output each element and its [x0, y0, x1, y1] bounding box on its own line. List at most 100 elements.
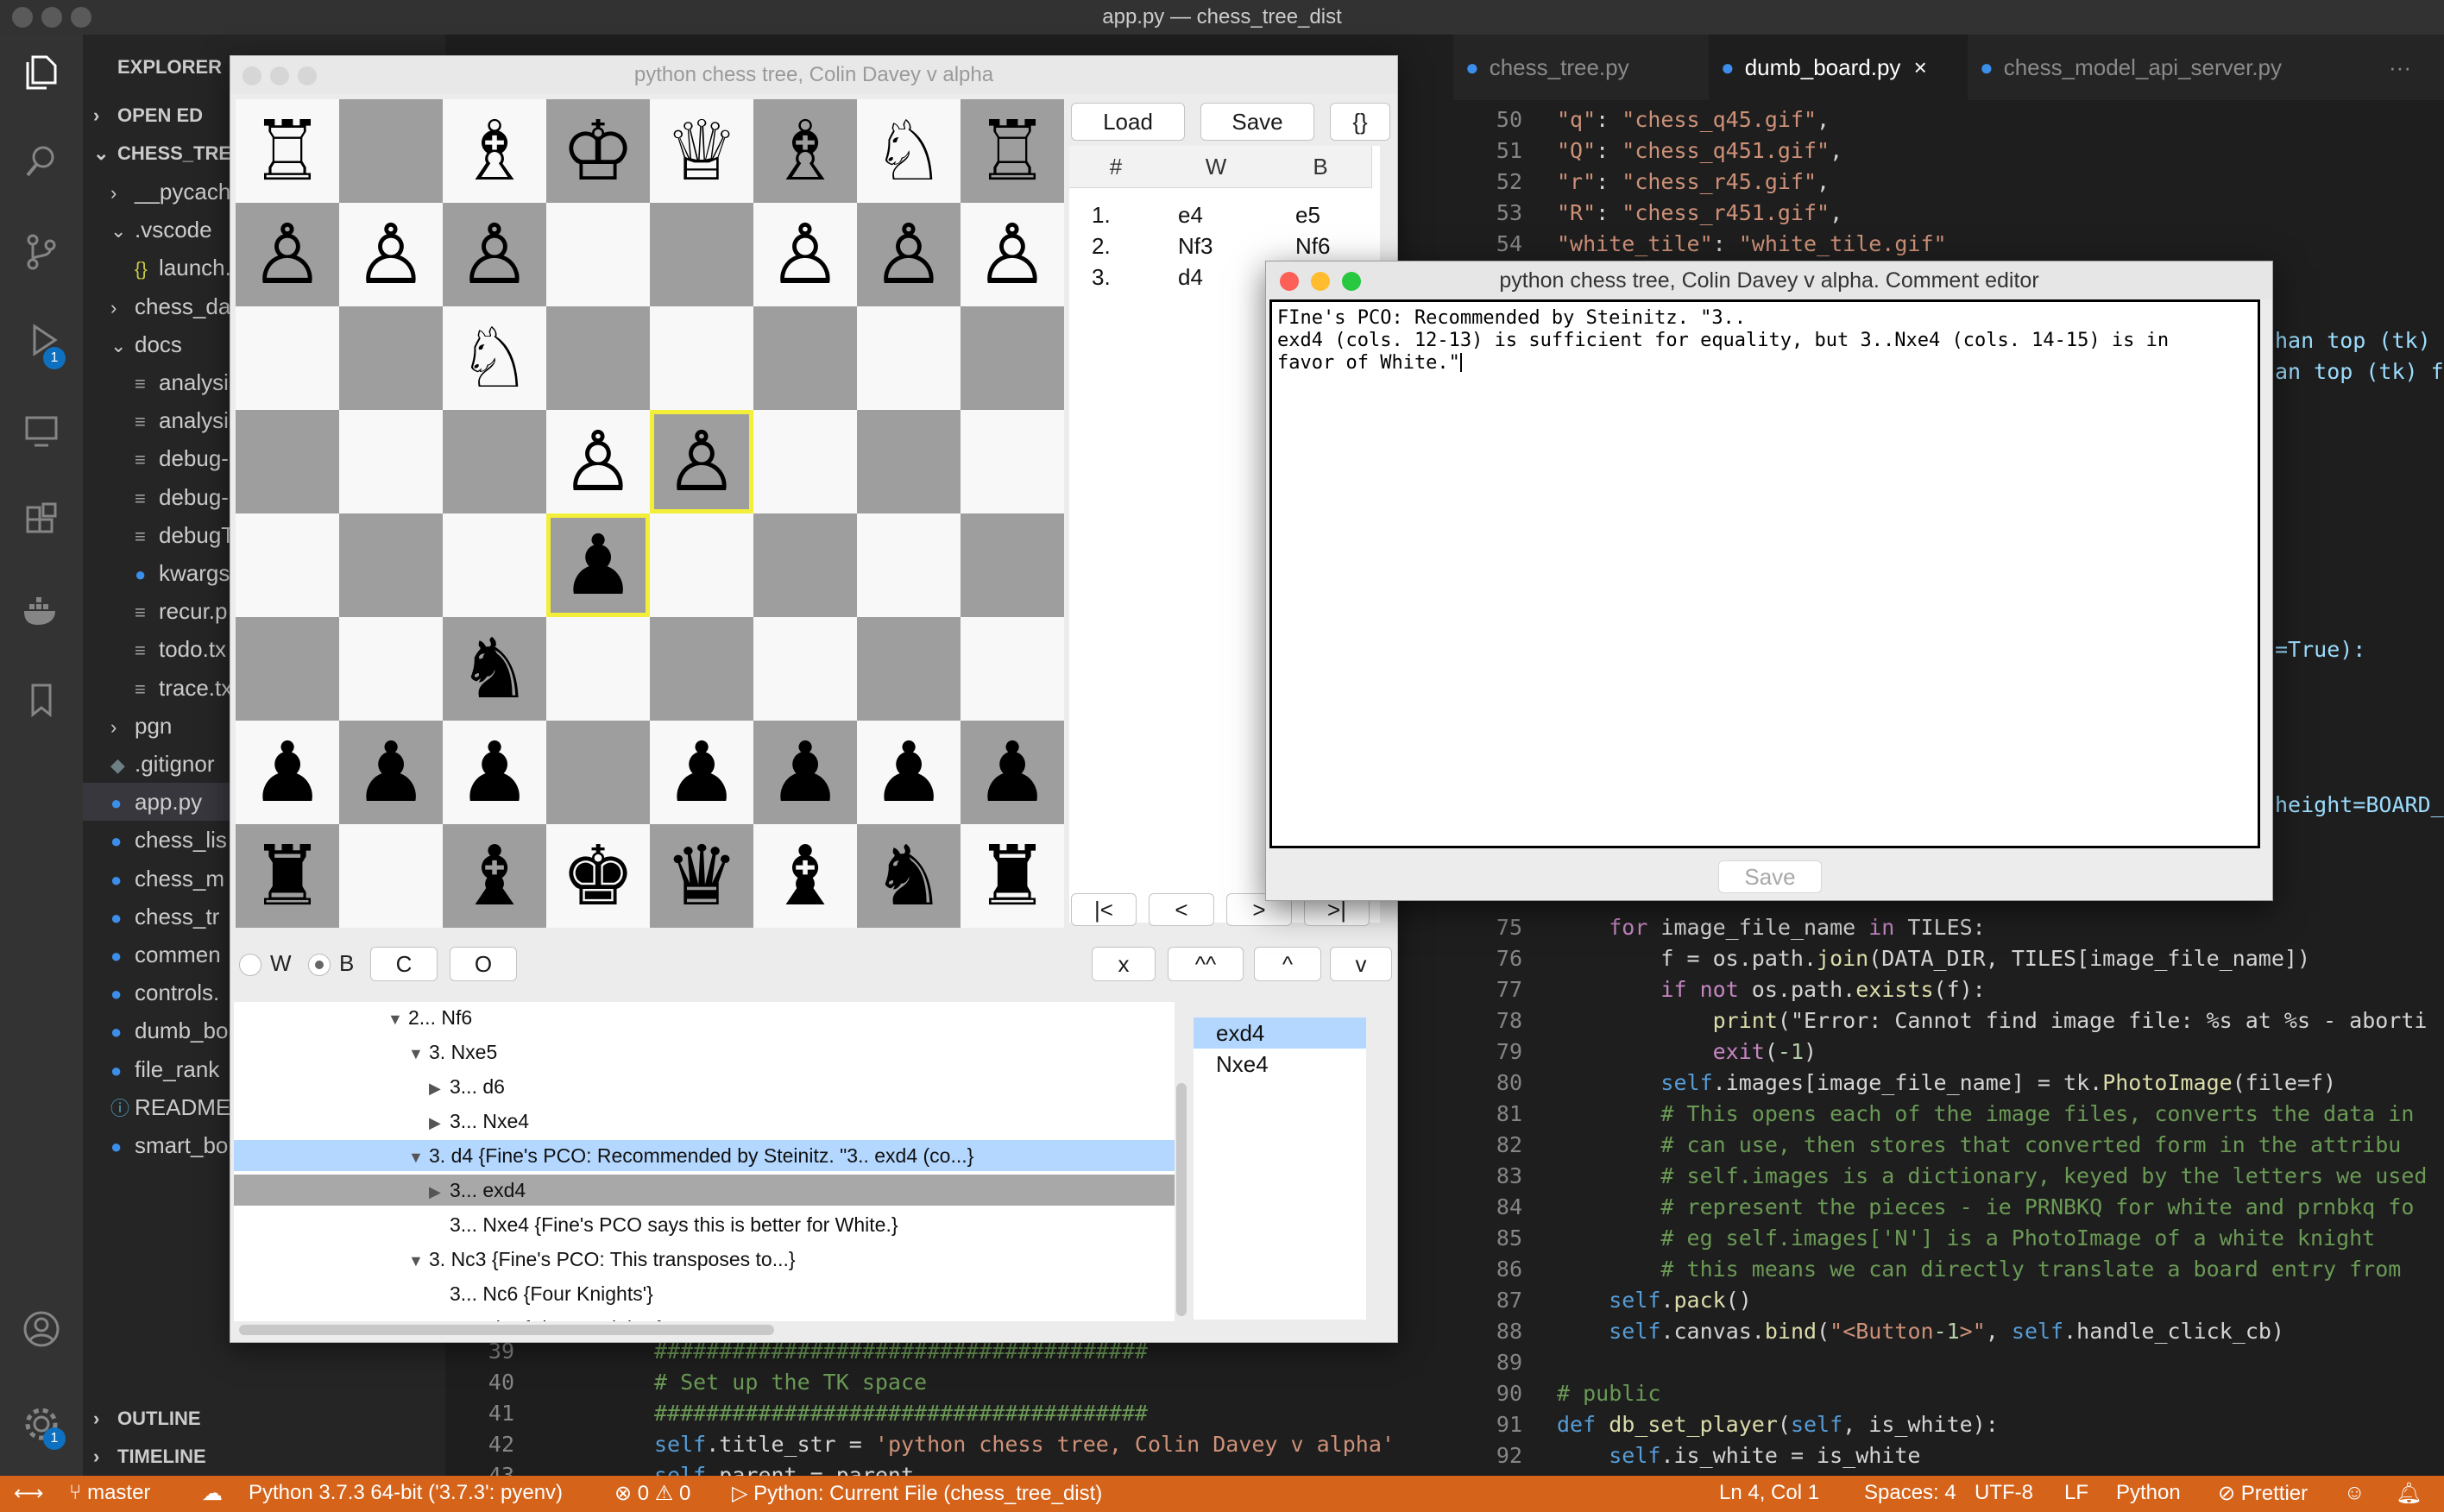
board-square[interactable]	[857, 617, 961, 721]
move-down-button[interactable]: v	[1330, 947, 1392, 981]
comment-close-button[interactable]	[1280, 272, 1299, 291]
branch-indicator[interactable]: ⑂ master	[69, 1481, 150, 1505]
board-square[interactable]: ♖	[236, 99, 339, 203]
board-square[interactable]: ♟	[443, 721, 546, 824]
move-cell-w[interactable]: Nf3	[1178, 230, 1213, 261]
close-tab-icon[interactable]: ×	[1914, 54, 1927, 80]
board-square[interactable]: ♙	[857, 203, 961, 306]
white-side-radio[interactable]	[239, 954, 261, 976]
chess-minimize-button[interactable]	[270, 66, 289, 85]
notifications-icon[interactable]: 🔔︎	[2396, 1481, 2422, 1506]
board-square[interactable]: ♟	[857, 721, 961, 824]
collapsed-arrow-icon[interactable]: ▶	[429, 1176, 450, 1207]
board-square[interactable]: ♝	[443, 824, 546, 928]
move-cell-w[interactable]: e4	[1178, 199, 1203, 230]
encoding[interactable]: UTF-8	[1975, 1481, 2033, 1505]
chess-board[interactable]: ♖ ♗ ♔ ♕ ♗ ♘ ♖ ♙ ♙ ♙ ♙ ♙ ♙ ♘ ♙ ♙ ♟ ♞ ♟ ♟ ♟ ♟ ♟ ♟ ♟ ♜ ♝ ♚ ♛ ♝ ♞ ♜	[236, 99, 1064, 928]
prev-move-button[interactable]: <	[1149, 893, 1214, 926]
board-square[interactable]	[546, 617, 650, 721]
tree-node[interactable]: 3... Bb4 {Three Knights'}	[234, 1313, 1175, 1321]
tree-node[interactable]: ▼ 3. Nc3 {Fine's PCO: This transposes to.…	[234, 1244, 1175, 1275]
board-square[interactable]: ♟	[236, 721, 339, 824]
tree-node[interactable]: ▶ 3... Nxe4	[234, 1106, 1175, 1137]
chess-close-button[interactable]	[243, 66, 261, 85]
json-button[interactable]: {}	[1330, 103, 1390, 141]
timeline-section[interactable]: › TIMELINE	[93, 1438, 206, 1476]
board-square[interactable]	[339, 410, 443, 513]
board-square[interactable]	[236, 306, 339, 410]
remote-icon[interactable]: ⟷	[14, 1481, 43, 1506]
board-square[interactable]	[650, 203, 753, 306]
board-square[interactable]: ♟	[961, 721, 1064, 824]
line-ending[interactable]: LF	[2064, 1481, 2088, 1505]
board-square[interactable]	[650, 617, 753, 721]
move-cell-b[interactable]: e5	[1295, 199, 1320, 230]
list-item[interactable]: exd4	[1194, 1017, 1366, 1049]
move-cell-num[interactable]: 3.	[1092, 261, 1111, 293]
board-square[interactable]	[546, 203, 650, 306]
python-interpreter[interactable]: Python 3.7.3 64-bit ('3.7.3': pyenv)	[249, 1481, 563, 1505]
comment-zoom-button[interactable]	[1342, 272, 1361, 291]
list-item[interactable]: Nxe4	[1194, 1049, 1366, 1080]
board-square[interactable]	[650, 306, 753, 410]
board-square[interactable]	[857, 513, 961, 617]
comment-save-button[interactable]: Save	[1718, 860, 1822, 893]
board-square[interactable]	[753, 306, 857, 410]
load-button[interactable]: Load	[1071, 103, 1185, 141]
move-up-button[interactable]: ^	[1254, 947, 1321, 981]
collapsed-arrow-icon[interactable]: ▶	[429, 1073, 450, 1104]
board-square[interactable]: ♙	[961, 203, 1064, 306]
board-square[interactable]	[546, 306, 650, 410]
run-config[interactable]: ▷ Python: Current File (chess_tree_dist)	[732, 1481, 1102, 1506]
board-square[interactable]	[546, 721, 650, 824]
open-editors-section[interactable]: › OPEN ED	[93, 97, 203, 135]
board-square[interactable]: ♙	[650, 410, 753, 513]
board-square[interactable]	[339, 99, 443, 203]
board-square[interactable]: ♙	[339, 203, 443, 306]
black-side-radio[interactable]	[308, 954, 331, 976]
board-square[interactable]	[339, 306, 443, 410]
board-square[interactable]	[753, 513, 857, 617]
more-actions-icon[interactable]: ···	[2377, 35, 2435, 100]
board-square[interactable]: ♚	[546, 824, 650, 928]
tree-node[interactable]: ▶ 3... exd4	[234, 1175, 1175, 1206]
tree-horizontal-scrollbar[interactable]	[239, 1325, 774, 1335]
c-button[interactable]: C	[370, 947, 438, 981]
first-move-button[interactable]: |<	[1071, 893, 1137, 926]
col-header-white[interactable]: W	[1162, 146, 1270, 188]
board-square[interactable]	[753, 410, 857, 513]
tree-node[interactable]: ▶ 3... d6	[234, 1071, 1175, 1102]
board-square[interactable]	[753, 617, 857, 721]
project-section[interactable]: ⌄ CHESS_TRE	[93, 135, 231, 173]
expanded-arrow-icon[interactable]: ▼	[408, 1142, 429, 1173]
board-square[interactable]: ♘	[443, 306, 546, 410]
code-editor-left[interactable]: 39 ######################################…	[445, 1333, 1453, 1476]
tab-chess-tree[interactable]: ● chess_tree.py	[1453, 35, 1709, 100]
board-square[interactable]	[236, 513, 339, 617]
board-square[interactable]	[961, 306, 1064, 410]
board-square[interactable]: ♟	[339, 721, 443, 824]
tab-dumb-board[interactable]: ● dumb_board.py ×	[1709, 35, 1968, 100]
board-square[interactable]: ♞	[857, 824, 961, 928]
remote-explorer-icon[interactable]	[21, 413, 62, 454]
tab-chess-model-api-server[interactable]: ● chess_model_api_server.py	[1968, 35, 2363, 100]
board-square[interactable]	[236, 410, 339, 513]
board-square[interactable]	[443, 410, 546, 513]
board-square[interactable]: ♟	[546, 513, 650, 617]
board-square[interactable]: ♛	[650, 824, 753, 928]
board-square[interactable]: ♝	[753, 824, 857, 928]
explorer-icon[interactable]	[21, 54, 62, 95]
extensions-icon[interactable]	[21, 502, 62, 544]
board-square[interactable]: ♙	[546, 410, 650, 513]
board-square[interactable]: ♖	[961, 99, 1064, 203]
tree-node[interactable]: ▼ 3. d4 {Fine's PCO: Recommended by Stein…	[234, 1140, 1175, 1171]
source-control-icon[interactable]	[21, 233, 62, 274]
language-mode[interactable]: Python	[2116, 1481, 2181, 1505]
expanded-arrow-icon[interactable]: ▼	[408, 1038, 429, 1069]
board-square[interactable]: ♞	[443, 617, 546, 721]
sync-icon[interactable]: ☁	[202, 1481, 223, 1506]
outline-section[interactable]: › OUTLINE	[93, 1400, 201, 1438]
board-square[interactable]: ♗	[753, 99, 857, 203]
board-square[interactable]: ♟	[650, 721, 753, 824]
board-square[interactable]: ♜	[961, 824, 1064, 928]
